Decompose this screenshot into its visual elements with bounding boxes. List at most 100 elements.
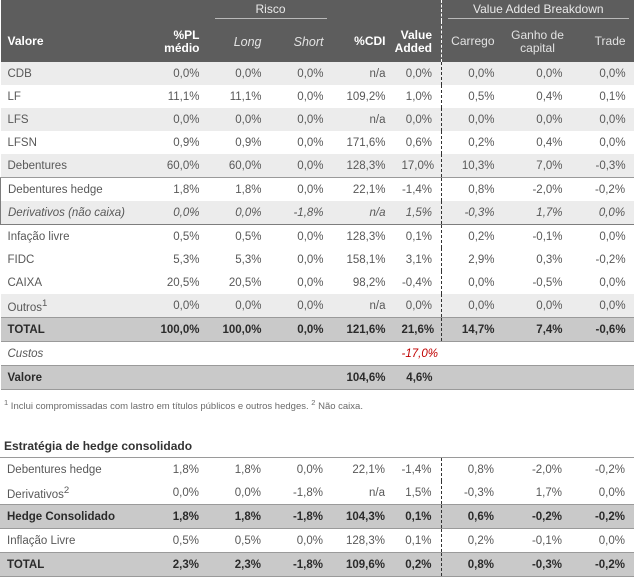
cell-trade: -0,3% xyxy=(572,154,634,178)
column-header-cdi: %CDI xyxy=(333,21,395,62)
cell-pl xyxy=(149,342,209,366)
cell-short: 0,0% xyxy=(270,529,332,553)
row-label: TOTAL xyxy=(1,318,149,342)
cell-short: 0,0% xyxy=(271,225,333,249)
cell-trade: -0,2% xyxy=(571,458,634,482)
cell-pl: 11,1% xyxy=(149,85,209,108)
cell-pl: 0,0% xyxy=(149,108,209,131)
row-label-text: Outros xyxy=(8,301,43,313)
cell-ganho: 0,4% xyxy=(504,85,572,108)
table-row: FIDC 5,3% 5,3% 0,0% 158,1% 3,1% 2,9% 0,3… xyxy=(1,248,634,271)
cell-carrego xyxy=(442,342,504,366)
cell-pl: 5,3% xyxy=(149,248,209,271)
cell-carrego: 10,3% xyxy=(442,154,504,178)
cell-ganho: -0,2% xyxy=(503,505,571,529)
row-label-footnote-marker: 2 xyxy=(64,485,69,496)
cell-short: 0,0% xyxy=(271,178,333,202)
header-group-risco-label: Risco xyxy=(256,2,286,16)
cell-carrego: 0,8% xyxy=(442,178,504,202)
cell-trade xyxy=(572,366,634,390)
cell-carrego: -0,3% xyxy=(441,481,503,505)
cell-va: 0,1% xyxy=(395,225,442,249)
table-row: LFS 0,0% 0,0% 0,0% n/a 0,0% 0,0% 0,0% 0,… xyxy=(1,108,634,131)
cell-long: 0,0% xyxy=(208,481,270,505)
cell-pl: 1,8% xyxy=(149,178,209,202)
cell-trade: 0,0% xyxy=(571,529,634,553)
row-label: CAIXA xyxy=(1,271,149,294)
financial-table-sheet: Risco Value Added Breakdown Valore %PL m… xyxy=(0,0,634,551)
row-label: CDB xyxy=(1,62,149,85)
header-group-row: Risco Value Added Breakdown xyxy=(1,0,634,21)
cell-va: 1,5% xyxy=(394,481,441,505)
table-header: Risco Value Added Breakdown Valore %PL m… xyxy=(1,0,634,62)
cell-cdi: 128,3% xyxy=(332,529,394,553)
cell-pl: 0,0% xyxy=(149,294,209,318)
cell-ganho: -2,0% xyxy=(504,178,572,202)
header-group-vab-underline xyxy=(448,18,629,19)
cell-cdi: n/a xyxy=(332,481,394,505)
cell-va: 1,0% xyxy=(395,85,442,108)
footnote-text-1: Inclui compromissadas com lastro em títu… xyxy=(8,401,311,412)
column-header-va-line2: Added xyxy=(395,41,432,55)
cell-long: 0,0% xyxy=(209,201,271,225)
cell-long: 0,9% xyxy=(209,131,271,154)
cell-carrego: 0,0% xyxy=(442,294,504,318)
row-label: FIDC xyxy=(1,248,149,271)
cell-cdi: 22,1% xyxy=(333,178,395,202)
cell-pl: 1,8% xyxy=(148,458,208,482)
hedge-table-body: Debentures hedge 1,8% 1,8% 0,0% 22,1% -1… xyxy=(0,458,634,577)
cell-carrego: 14,7% xyxy=(442,318,504,342)
cell-va: -17,0% xyxy=(395,342,442,366)
cell-long: 0,5% xyxy=(208,529,270,553)
table-row-total: TOTAL 100,0% 100,0% 0,0% 121,6% 21,6% 14… xyxy=(1,318,634,342)
row-label-text: Derivativos xyxy=(7,489,64,501)
row-label: Custos xyxy=(1,342,149,366)
cell-short xyxy=(271,342,333,366)
cell-ganho xyxy=(504,366,572,390)
table-body: CDB 0,0% 0,0% 0,0% n/a 0,0% 0,0% 0,0% 0,… xyxy=(1,62,634,390)
column-header-ganho-de-capital: Ganho de capital xyxy=(504,21,572,62)
header-group-blank-2 xyxy=(333,0,442,21)
cell-short: 0,0% xyxy=(271,294,333,318)
cell-ganho: 0,4% xyxy=(504,131,572,154)
table-footnote: 1 Inclui compromissadas com lastro em tí… xyxy=(0,390,634,413)
cell-cdi: 98,2% xyxy=(333,271,395,294)
cell-trade: -0,2% xyxy=(572,248,634,271)
cell-ganho: -0,1% xyxy=(504,225,572,249)
row-label: Debentures hedge xyxy=(0,458,148,482)
cell-ganho: 0,0% xyxy=(504,294,572,318)
cell-short: -1,8% xyxy=(270,505,332,529)
cell-trade: -0,2% xyxy=(571,505,634,529)
column-header-ganho-line1: Ganho de xyxy=(511,28,564,42)
cell-cdi: 158,1% xyxy=(333,248,395,271)
cell-trade xyxy=(572,342,634,366)
header-group-blank xyxy=(1,0,209,21)
cell-trade: 0,0% xyxy=(572,225,634,249)
cell-ganho: 7,4% xyxy=(504,318,572,342)
cell-pl: 0,9% xyxy=(149,131,209,154)
table-row: CAIXA 20,5% 20,5% 0,0% 98,2% -0,4% 0,0% … xyxy=(1,271,634,294)
cell-carrego: 0,5% xyxy=(442,85,504,108)
cell-va: 0,6% xyxy=(395,131,442,154)
cell-long: 0,0% xyxy=(209,108,271,131)
cell-cdi xyxy=(333,342,395,366)
cell-ganho xyxy=(504,342,572,366)
cell-va: 0,0% xyxy=(395,108,442,131)
row-label: LF xyxy=(1,85,149,108)
table-row-derivativos: Derivativos (não caixa) 0,0% 0,0% -1,8% … xyxy=(1,201,634,225)
cell-carrego: 0,8% xyxy=(441,458,503,482)
row-label: TOTAL xyxy=(0,553,148,577)
table-row: Derivativos2 0,0% 0,0% -1,8% n/a 1,5% -0… xyxy=(0,481,634,505)
cell-short: 0,0% xyxy=(271,131,333,154)
column-header-pl-line2: médio xyxy=(164,41,199,55)
cell-ganho: -0,5% xyxy=(504,271,572,294)
cell-trade: -0,6% xyxy=(572,318,634,342)
cell-short: 0,0% xyxy=(271,248,333,271)
cell-cdi: 104,6% xyxy=(333,366,395,390)
cell-ganho: 1,7% xyxy=(504,201,572,225)
table-row: Debentures 60,0% 60,0% 0,0% 128,3% 17,0%… xyxy=(1,154,634,178)
row-label: Derivativos2 xyxy=(0,481,148,505)
cell-carrego: 0,2% xyxy=(442,131,504,154)
cell-va: 0,2% xyxy=(394,553,441,577)
cell-short: 0,0% xyxy=(270,458,332,482)
